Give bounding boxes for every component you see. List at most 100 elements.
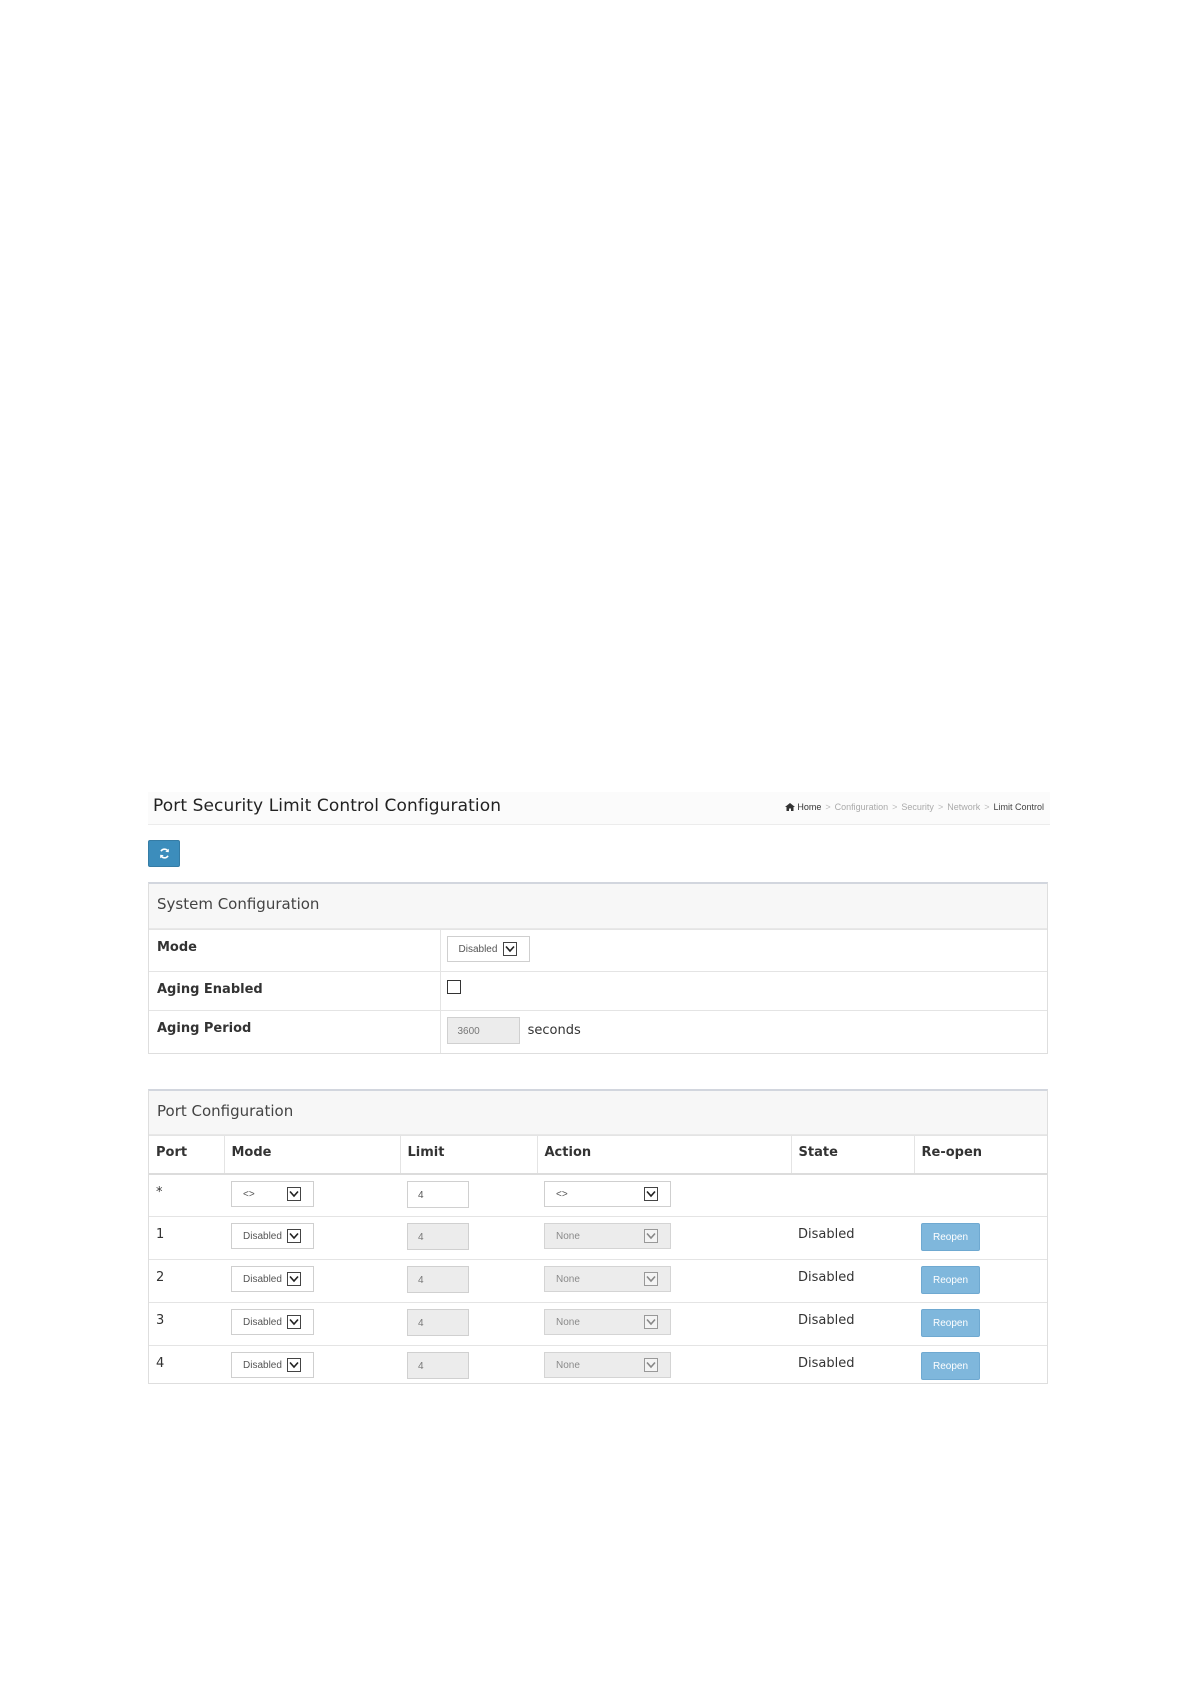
mode-row: Mode Disabled	[149, 929, 1047, 972]
action-value: <>	[556, 1188, 568, 1200]
reopen-button[interactable]: Reopen	[921, 1223, 980, 1251]
action-cell: None	[537, 1259, 791, 1303]
mode-label: Mode	[149, 929, 441, 972]
port-mode-select[interactable]: Disabled	[231, 1309, 314, 1335]
breadcrumb-separator: >	[892, 802, 898, 812]
column-header-mode: Mode	[224, 1135, 401, 1175]
port-mode-value: <>	[243, 1188, 255, 1200]
chevron-down-icon	[287, 1358, 301, 1372]
state-cell: Disabled	[791, 1259, 914, 1303]
action-cell: None	[537, 1216, 791, 1260]
mode-cell: Disabled	[224, 1216, 400, 1260]
port-cell: 4	[149, 1345, 224, 1389]
mode-cell: <>	[224, 1173, 400, 1217]
limit-input[interactable]: 4	[407, 1180, 469, 1208]
table-row: 2 Disabled 4 None Disabled Reopen	[149, 1259, 1047, 1303]
aging-period-cell: 3600 seconds	[440, 1010, 1047, 1053]
aging-enabled-row: Aging Enabled	[149, 971, 1047, 1011]
port-configuration-table: Port Mode Limit Action State Re-open * <…	[149, 1135, 1047, 1389]
action-value: None	[556, 1317, 580, 1328]
port-mode-value: Disabled	[243, 1231, 282, 1242]
system-mode-value: Disabled	[458, 944, 498, 955]
chevron-down-icon	[644, 1186, 658, 1201]
action-select[interactable]: <>	[544, 1180, 671, 1207]
action-select[interactable]: None	[544, 1223, 671, 1249]
column-header-reopen: Re-open	[914, 1135, 1047, 1175]
action-select[interactable]: None	[544, 1309, 671, 1335]
table-row: 3 Disabled 4 None Disabled Reopen	[149, 1302, 1047, 1346]
port-mode-value: Disabled	[243, 1360, 282, 1371]
system-mode-select[interactable]: Disabled	[446, 936, 530, 962]
port-cell: *	[149, 1173, 224, 1217]
port-configuration-title: Port Configuration	[157, 1102, 294, 1120]
limit-cell: 4	[400, 1173, 537, 1217]
action-select[interactable]: None	[544, 1266, 671, 1292]
table-row: 1 Disabled 4 None Disabled Reopen	[149, 1216, 1047, 1260]
reopen-cell	[914, 1173, 1047, 1217]
breadcrumb-security[interactable]: Security	[901, 802, 934, 812]
limit-input[interactable]: 4	[407, 1266, 469, 1293]
table-header-row: Port Mode Limit Action State Re-open	[149, 1135, 1047, 1175]
action-value: None	[556, 1231, 580, 1242]
limit-cell: 4	[400, 1216, 537, 1260]
port-mode-select[interactable]: Disabled	[231, 1352, 314, 1378]
action-select[interactable]: None	[544, 1352, 671, 1378]
state-cell	[791, 1173, 914, 1217]
port-mode-select[interactable]: <>	[231, 1180, 314, 1207]
breadcrumb-limit-control: Limit Control	[993, 802, 1044, 812]
chevron-down-icon	[287, 1315, 301, 1329]
aging-enabled-cell	[440, 971, 1047, 1011]
port-cell: 1	[149, 1216, 224, 1260]
chevron-down-icon	[287, 1186, 301, 1201]
column-header-state: State	[791, 1135, 915, 1175]
reopen-button[interactable]: Reopen	[921, 1309, 980, 1337]
system-configuration-title: System Configuration	[157, 895, 320, 913]
page-title: Port Security Limit Control Configuratio…	[153, 796, 502, 816]
state-cell: Disabled	[791, 1302, 914, 1346]
breadcrumb-separator: >	[825, 802, 831, 812]
system-configuration-table: Mode Disabled Aging Enabled Aging Period…	[149, 929, 1047, 1053]
refresh-icon	[160, 848, 169, 859]
port-configuration-header: Port Configuration	[149, 1091, 1047, 1135]
mode-cell: Disabled	[224, 1345, 400, 1389]
action-value: None	[556, 1360, 580, 1371]
aging-enabled-checkbox[interactable]	[446, 980, 461, 994]
reopen-cell: Reopen	[914, 1216, 1047, 1260]
limit-input[interactable]: 4	[407, 1309, 469, 1336]
chevron-down-icon	[644, 1229, 658, 1243]
limit-input[interactable]: 4	[407, 1223, 469, 1250]
limit-input[interactable]: 4	[407, 1352, 469, 1379]
port-cell: 3	[149, 1302, 224, 1346]
mode-cell: Disabled	[224, 1259, 400, 1303]
chevron-down-icon	[287, 1229, 301, 1243]
breadcrumb-network[interactable]: Network	[947, 802, 980, 812]
action-value: None	[556, 1274, 580, 1285]
mode-cell: Disabled	[440, 929, 1047, 972]
breadcrumb-separator: >	[937, 802, 944, 812]
chevron-down-icon	[644, 1358, 658, 1372]
column-header-limit: Limit	[400, 1135, 538, 1175]
reopen-button[interactable]: Reopen	[921, 1266, 980, 1294]
state-cell: Disabled	[791, 1216, 914, 1260]
reopen-button[interactable]: Reopen	[921, 1352, 980, 1380]
refresh-button[interactable]	[148, 840, 180, 867]
aging-period-row: Aging Period 3600 seconds	[149, 1010, 1047, 1053]
action-cell: None	[537, 1302, 791, 1346]
limit-cell: 4	[400, 1302, 537, 1346]
breadcrumb-configuration[interactable]: Configuration	[835, 802, 889, 812]
table-row: * <> 4 <>	[149, 1173, 1047, 1217]
aging-period-unit: seconds	[527, 1023, 581, 1038]
aging-period-input[interactable]: 3600	[446, 1017, 520, 1044]
system-configuration-box: System Configuration Mode Disabled Aging…	[148, 882, 1048, 1054]
port-mode-select[interactable]: Disabled	[231, 1266, 314, 1292]
breadcrumb-home[interactable]: Home	[797, 802, 821, 812]
port-mode-value: Disabled	[243, 1274, 282, 1285]
column-header-action: Action	[537, 1135, 792, 1175]
breadcrumb-separator: >	[984, 802, 990, 812]
state-cell: Disabled	[791, 1345, 914, 1389]
port-mode-value: Disabled	[243, 1317, 282, 1328]
port-mode-select[interactable]: Disabled	[231, 1223, 314, 1249]
aging-period-label: Aging Period	[149, 1010, 441, 1053]
action-cell: None	[537, 1345, 791, 1389]
limit-cell: 4	[400, 1345, 537, 1389]
